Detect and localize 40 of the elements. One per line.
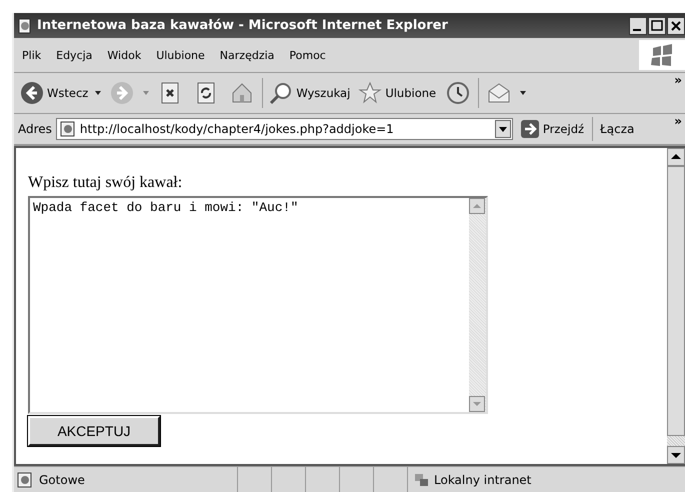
- back-button[interactable]: Wstecz: [18, 81, 90, 105]
- network-icon: [414, 472, 430, 488]
- menu-item[interactable]: Plik: [22, 48, 42, 62]
- links-button[interactable]: Łącza: [597, 122, 634, 136]
- page-icon: [60, 121, 76, 137]
- scroll-up-icon[interactable]: [667, 148, 685, 166]
- dropdown-icon[interactable]: [94, 89, 102, 97]
- page-icon: [17, 472, 33, 488]
- close-icon[interactable]: [667, 16, 685, 34]
- more-chevron[interactable]: »: [674, 73, 685, 87]
- joke-textarea[interactable]: Wpada facet do baru i mowi: "Auc!": [28, 196, 488, 414]
- search-icon: [269, 81, 294, 105]
- zone-text: Lokalny intranet: [434, 472, 532, 486]
- menu-item[interactable]: Edycja: [56, 48, 92, 62]
- maximize-icon[interactable]: [648, 16, 666, 34]
- menu-item[interactable]: Narzędzia: [220, 48, 274, 62]
- mail-icon[interactable]: [487, 81, 512, 105]
- go-button[interactable]: Przejdź: [516, 120, 588, 138]
- search-button[interactable]: Wyszukaj: [267, 81, 352, 105]
- scroll-down-icon[interactable]: [667, 446, 685, 464]
- windows-flag-icon: [639, 40, 685, 70]
- address-label: Adres: [18, 122, 52, 136]
- globe-page-icon: [17, 18, 33, 34]
- history-icon[interactable]: [446, 81, 470, 105]
- status-text: Gotowe: [39, 472, 85, 486]
- go-arrow-icon: [520, 120, 539, 138]
- favorites-button[interactable]: Ulubione: [356, 81, 438, 105]
- star-icon: [358, 81, 382, 105]
- dropdown-icon[interactable]: [494, 120, 511, 138]
- submit-button[interactable]: AKCEPTUJ: [28, 416, 160, 446]
- menu-item[interactable]: Pomoc: [289, 48, 326, 62]
- minimize-icon[interactable]: [629, 16, 647, 34]
- menu-item[interactable]: Widok: [107, 48, 142, 62]
- more-chevron[interactable]: »: [674, 114, 685, 128]
- address-field[interactable]: http://localhost/kody/chapter4/jokes.php?addjoke=1: [56, 118, 513, 140]
- joke-label: Wpisz tutaj swój kawał:: [28, 174, 182, 192]
- window-title: Internetowa baza kawałów - Microsoft Internet Explorer: [37, 18, 448, 33]
- menu-item[interactable]: Ulubione: [156, 48, 205, 62]
- dropdown-icon[interactable]: [519, 89, 528, 97]
- home-icon[interactable]: [230, 81, 254, 105]
